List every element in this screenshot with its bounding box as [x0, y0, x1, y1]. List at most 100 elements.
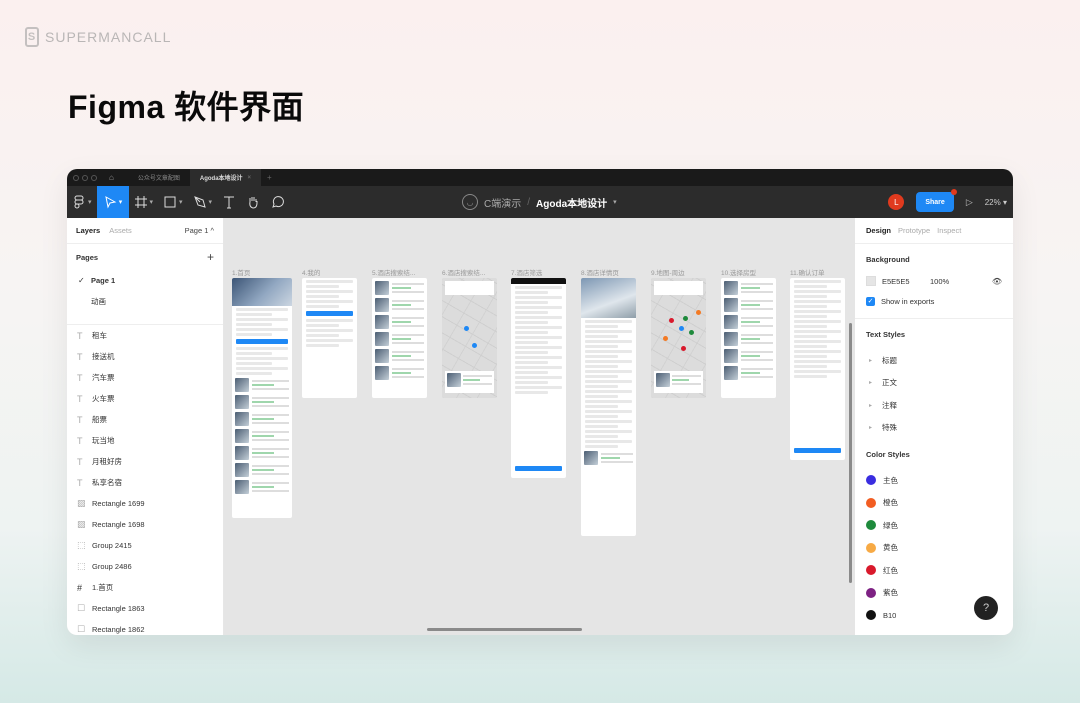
help-button[interactable]: ?	[974, 596, 998, 620]
layer-item[interactable]: T 私享名宿	[67, 472, 223, 493]
tab-assets[interactable]: Assets	[109, 226, 132, 235]
shape-tool[interactable]: ▾	[158, 186, 188, 218]
toolbar: ▾ ▾ ▾ ▾ ▾ ◡ C端演示 / Agoda本地设计 ▾ L Share ▷…	[67, 186, 1013, 218]
comment-icon	[272, 196, 284, 208]
layer-item[interactable]: T 租车	[67, 325, 223, 346]
new-tab-button[interactable]: +	[267, 173, 272, 182]
close-tab-icon[interactable]: ×	[248, 175, 252, 181]
tab-design[interactable]: Design	[866, 226, 891, 235]
color-style-item[interactable]: 橙色	[866, 492, 1002, 515]
layer-label: 船票	[92, 415, 107, 424]
text-tool[interactable]	[217, 186, 241, 218]
layer-item[interactable]: T 月租好房	[67, 451, 223, 472]
comment-tool[interactable]	[265, 186, 289, 218]
frame-label[interactable]: 9.地图-周边	[651, 267, 685, 277]
layer-item[interactable]: T 船票	[67, 409, 223, 430]
tab-layers[interactable]: Layers	[76, 226, 100, 235]
layer-item[interactable]: T 火车票	[67, 388, 223, 409]
frame-thumbnail[interactable]	[581, 278, 636, 536]
layer-label: 1.首页	[92, 583, 114, 592]
file-name[interactable]: Agoda本地设计	[536, 195, 607, 210]
zoom-dropdown[interactable]: 22% ▾	[985, 198, 1007, 207]
frame-thumbnail[interactable]	[302, 278, 357, 398]
background-swatch[interactable]	[866, 276, 876, 286]
frame-label[interactable]: 1.首页	[232, 267, 250, 277]
color-style-item[interactable]: 红色	[866, 559, 1002, 582]
checkmark-icon: ✓	[78, 276, 85, 285]
frame-label[interactable]: 11.确认订单	[790, 267, 825, 277]
layer-item[interactable]: T 玩当地	[67, 430, 223, 451]
color-style-item[interactable]: 主色	[866, 469, 1002, 492]
layer-item[interactable]: ⬚ Group 2486	[67, 556, 223, 577]
frame-label[interactable]: 5.酒店搜索结...	[372, 267, 415, 277]
frame-thumbnail[interactable]	[511, 278, 566, 478]
frame-thumbnail[interactable]	[721, 278, 776, 398]
move-tool[interactable]: ▾	[96, 186, 129, 218]
close-window-button[interactable]	[73, 174, 79, 181]
color-style-item[interactable]: 绿色	[866, 514, 1002, 537]
background-heading: Background	[866, 254, 910, 264]
add-page-button[interactable]: +	[207, 250, 214, 264]
share-button[interactable]: Share	[916, 189, 957, 212]
frame-label[interactable]: 6.酒店搜索结...	[442, 267, 485, 277]
text-style-item[interactable]: ▸ 标题	[866, 349, 1002, 372]
vertical-scrollbar[interactable]	[849, 323, 852, 583]
layer-item[interactable]: ☐ Rectangle 1862	[67, 619, 223, 635]
page-headline: Figma 软件界面	[68, 89, 305, 125]
frame-tool[interactable]: ▾	[129, 186, 159, 218]
frame-thumbnail[interactable]	[651, 278, 706, 398]
frame-thumbnail[interactable]	[442, 278, 497, 398]
text-style-item[interactable]: ▸ 注释	[866, 394, 1002, 417]
layer-item[interactable]: #1.首页	[67, 577, 223, 598]
layer-item[interactable]: ⬚ Group 2415	[67, 535, 223, 556]
background-hex-input[interactable]: E5E5E5	[882, 277, 930, 286]
text-styles-section: Text Styles ▸ 标题 ▸ 正文 ▸ 注释 ▸ 特殊	[855, 319, 1013, 439]
user-avatar[interactable]: L	[888, 194, 905, 210]
frame-thumbnail[interactable]	[372, 278, 427, 398]
frame-label[interactable]: 4.我的	[302, 267, 320, 277]
layer-item[interactable]: ☐ Rectangle 1863	[67, 598, 223, 619]
tab-prototype[interactable]: Prototype	[898, 226, 930, 235]
page-item[interactable]: 动画	[67, 291, 223, 312]
frame-thumbnail[interactable]	[232, 278, 292, 518]
layer-item[interactable]: ▨ Rectangle 1699	[67, 493, 223, 514]
horizontal-scrollbar[interactable]	[427, 628, 582, 631]
text-style-item[interactable]: ▸ 正文	[866, 372, 1002, 395]
canvas[interactable]: 1.首页 4.我的 5.酒店搜索结... 6.酒店搜索结... 7.酒店筛选 8.酒店详情…	[224, 218, 855, 635]
pen-tool[interactable]: ▾	[188, 186, 218, 218]
tab-inspect[interactable]: Inspect	[937, 226, 961, 235]
eye-icon[interactable]: 👁	[992, 277, 1002, 286]
map-pin-icon	[472, 343, 477, 348]
color-swatch	[866, 610, 876, 621]
color-style-label: 主色	[883, 475, 898, 485]
frame-label[interactable]: 7.酒店筛选	[511, 267, 542, 277]
tab-file-2[interactable]: Agoda本地设计 ×	[189, 169, 262, 186]
background-fill-row: E5E5E5 100% 👁	[866, 274, 1002, 288]
layer-item[interactable]: T 汽车票	[67, 367, 223, 388]
page-selector[interactable]: Page 1 ^	[185, 226, 214, 235]
present-button[interactable]: ▷	[966, 197, 973, 208]
tab-file-1[interactable]: 公众号文章配图	[128, 169, 190, 186]
layer-item[interactable]: ▨ Rectangle 1698	[67, 514, 223, 535]
chevron-down-icon[interactable]: ▾	[613, 198, 617, 206]
hand-tool[interactable]	[241, 186, 265, 218]
minimize-window-button[interactable]	[82, 174, 88, 181]
main-menu-button[interactable]: ▾	[67, 186, 97, 218]
show-in-exports-checkbox[interactable]: ✓	[866, 296, 875, 306]
brand-logo-icon: S	[25, 27, 39, 47]
frame-label[interactable]: 10.选择房型	[721, 267, 756, 277]
home-icon[interactable]: ⌂	[109, 173, 114, 182]
project-name[interactable]: C端演示	[484, 195, 521, 210]
color-style-item[interactable]: 黄色	[866, 537, 1002, 560]
page-item[interactable]: ✓ Page 1	[67, 270, 223, 291]
file-breadcrumb: ◡ C端演示 / Agoda本地设计 ▾	[462, 186, 617, 218]
text-style-item[interactable]: ▸ 特殊	[866, 417, 1002, 440]
rect-layer-icon: ☐	[77, 624, 86, 634]
frame-label[interactable]: 8.酒店详情页	[581, 267, 619, 277]
maximize-window-button[interactable]	[91, 174, 97, 181]
background-opacity-input[interactable]: 100%	[930, 277, 992, 286]
layer-label: 租车	[92, 331, 107, 340]
layer-item[interactable]: T 接送机	[67, 346, 223, 367]
frame-thumbnail[interactable]	[790, 278, 845, 460]
team-avatar-icon: ◡	[462, 194, 478, 210]
